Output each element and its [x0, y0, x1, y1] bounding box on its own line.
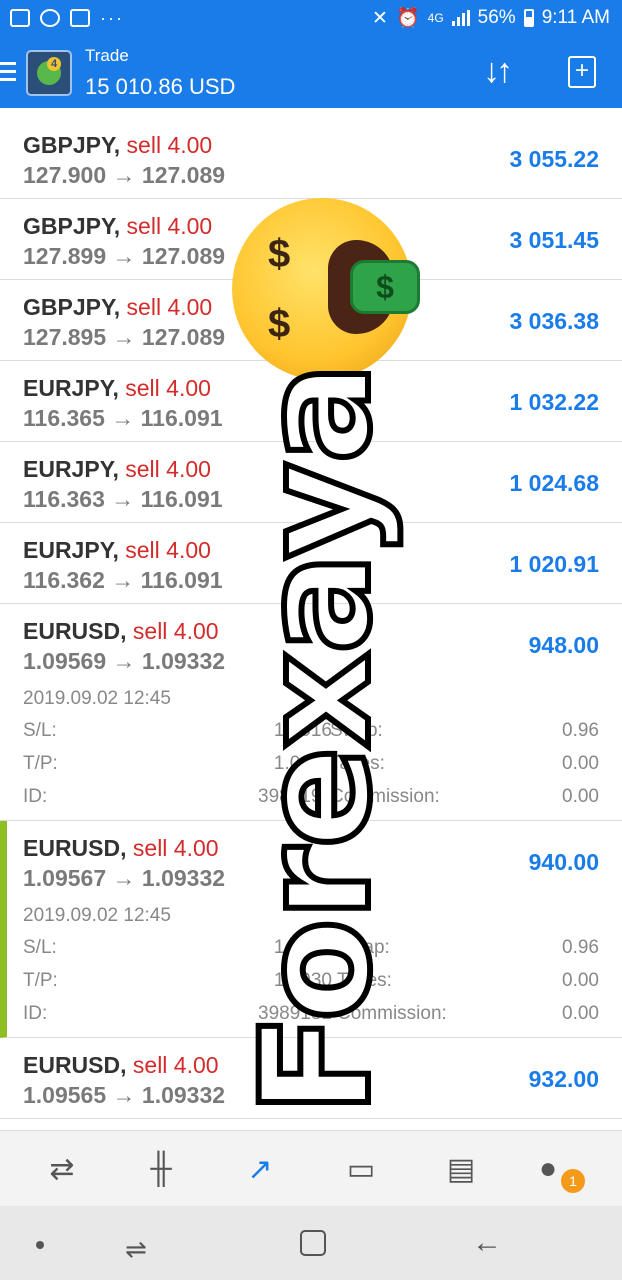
trade-side: sell 4.00 — [125, 456, 211, 482]
system-nav-bar: ⇌ ← — [0, 1206, 622, 1280]
dollar-eye-icon: $ — [268, 302, 291, 346]
mute-icon: ✕ — [372, 7, 388, 29]
trade-open-time: 2019.09.02 12:45 — [23, 905, 171, 926]
app-bar: Trade 15 010.86 USD ↓↑ + — [0, 36, 622, 108]
trade-title: EURUSD, sell 4.00 — [23, 835, 219, 862]
news-tab-icon[interactable]: ▤ — [441, 1149, 481, 1189]
tp-label: T/P: — [23, 753, 58, 774]
trade-row[interactable]: GBPJPY, sell 4.00 127.900 → 127.089 3 05… — [0, 118, 622, 199]
nav-dot-icon[interactable] — [36, 1241, 44, 1249]
new-order-icon[interactable]: + — [568, 56, 596, 88]
back-icon[interactable]: ← — [472, 1226, 502, 1260]
quotes-tab-icon[interactable]: ⇄ — [42, 1149, 82, 1189]
page-title: Trade — [85, 46, 129, 65]
clock: 9:11 AM — [541, 7, 610, 28]
more-notifications-icon: ··· — [100, 7, 124, 28]
trade-profit: 932.00 — [528, 1066, 599, 1092]
sl-label: S/L: — [23, 720, 57, 741]
trade-profit: 3 036.38 — [509, 308, 599, 334]
trade-profit: 3 051.45 — [509, 227, 599, 253]
commission-value: 0.00 — [562, 786, 599, 807]
trade-prices: 116.362 → 116.091 — [23, 567, 223, 593]
bottom-nav: ⇄ ╫ ↗ ▭ ▤ ● 1 — [0, 1130, 622, 1206]
gallery-icon — [10, 9, 30, 27]
trade-prices: 127.895 → 127.089 — [23, 324, 226, 350]
trade-symbol: EURUSD, — [23, 835, 127, 861]
signal-icon — [451, 10, 470, 26]
trade-open-time: 2019.09.02 12:45 — [23, 688, 171, 709]
trade-title: EURJPY, sell 4.00 — [23, 375, 211, 402]
whatsapp-icon — [40, 9, 60, 27]
swap-value: 0.96 — [562, 720, 599, 741]
tp-label: T/P: — [23, 970, 58, 991]
trade-prices: 1.09567 → 1.09332 — [23, 865, 226, 891]
trade-title: GBPJPY, sell 4.00 — [23, 213, 212, 240]
trade-title: EURUSD, sell 4.00 — [23, 1052, 219, 1079]
trade-symbol: GBPJPY, — [23, 132, 121, 158]
trade-profit: 948.00 — [528, 632, 599, 658]
trade-symbol: EURUSD, — [23, 1052, 127, 1078]
id-label: ID: — [23, 1003, 48, 1024]
sl-label: S/L: — [23, 937, 57, 958]
trade-side: sell 4.00 — [125, 537, 211, 563]
trade-prices: 116.363 → 116.091 — [23, 486, 223, 512]
trade-profit: 1 020.91 — [509, 551, 599, 577]
money-mouth-emoji-icon: $ $ $ — [232, 198, 420, 380]
chart-tab-icon[interactable]: ╫ — [141, 1149, 181, 1189]
trade-profit: 940.00 — [528, 849, 599, 875]
trade-side: sell 4.00 — [126, 132, 213, 158]
messages-badge: 1 — [561, 1169, 585, 1193]
history-tab-icon[interactable]: ▭ — [341, 1149, 381, 1189]
trade-side: sell 4.00 — [126, 213, 213, 239]
trade-title: EURJPY, sell 4.00 — [23, 456, 211, 483]
trade-prices: 1.09569 → 1.09332 — [23, 648, 226, 674]
trade-title: EURJPY, sell 4.00 — [23, 537, 211, 564]
swap-value: 0.96 — [562, 937, 599, 958]
status-bar: ··· ✕ ⏰ 4G 56% 9:11 AM — [0, 0, 622, 36]
trade-title: GBPJPY, sell 4.00 — [23, 132, 212, 159]
trade-symbol: EURUSD, — [23, 618, 127, 644]
battery-percent: 56% — [477, 7, 516, 28]
trade-symbol: GBPJPY, — [23, 294, 121, 320]
network-type: 4G — [427, 11, 444, 25]
trade-title: GBPJPY, sell 4.00 — [23, 294, 212, 321]
trade-prices: 1.09565 → 1.09332 — [23, 1082, 226, 1108]
trade-symbol: EURJPY, — [23, 537, 119, 563]
sort-icon[interactable]: ↓↑ — [483, 54, 513, 88]
trade-profit: 3 055.22 — [509, 146, 599, 172]
taxes-value: 0.00 — [562, 970, 599, 991]
trade-profit: 1 032.22 — [509, 389, 599, 415]
watermark-text: Forexaya — [227, 361, 407, 1119]
trade-symbol: EURJPY, — [23, 375, 119, 401]
banknote-tongue-icon: $ — [350, 260, 420, 314]
commission-value: 0.00 — [562, 1003, 599, 1024]
trade-prices: 127.900 → 127.089 — [23, 162, 226, 188]
id-label: ID: — [23, 786, 48, 807]
taxes-value: 0.00 — [562, 753, 599, 774]
trade-profit: 1 024.68 — [509, 470, 599, 496]
trade-prices: 116.365 → 116.091 — [23, 405, 223, 431]
trade-side: sell 4.00 — [126, 294, 213, 320]
trade-side: sell 4.00 — [132, 1052, 219, 1078]
trade-side: sell 4.00 — [132, 835, 219, 861]
metatrader-logo-icon — [26, 50, 72, 96]
trade-prices: 127.899 → 127.089 — [23, 243, 226, 269]
alarm-icon: ⏰ — [395, 8, 420, 29]
recent-apps-icon[interactable]: ⇌ — [125, 1234, 147, 1265]
trade-side: sell 4.00 — [132, 618, 219, 644]
account-balance: 15 010.86 USD — [85, 74, 236, 99]
battery-icon — [523, 9, 534, 27]
trade-symbol: GBPJPY, — [23, 213, 121, 239]
facebook-icon — [70, 9, 90, 27]
home-icon[interactable] — [300, 1230, 326, 1256]
trade-title: EURUSD, sell 4.00 — [23, 618, 219, 645]
trade-side: sell 4.00 — [125, 375, 211, 401]
trade-tab-icon[interactable]: ↗ — [240, 1149, 280, 1189]
menu-icon[interactable] — [0, 62, 16, 82]
dollar-eye-icon: $ — [268, 232, 291, 276]
trade-symbol: EURJPY, — [23, 456, 119, 482]
